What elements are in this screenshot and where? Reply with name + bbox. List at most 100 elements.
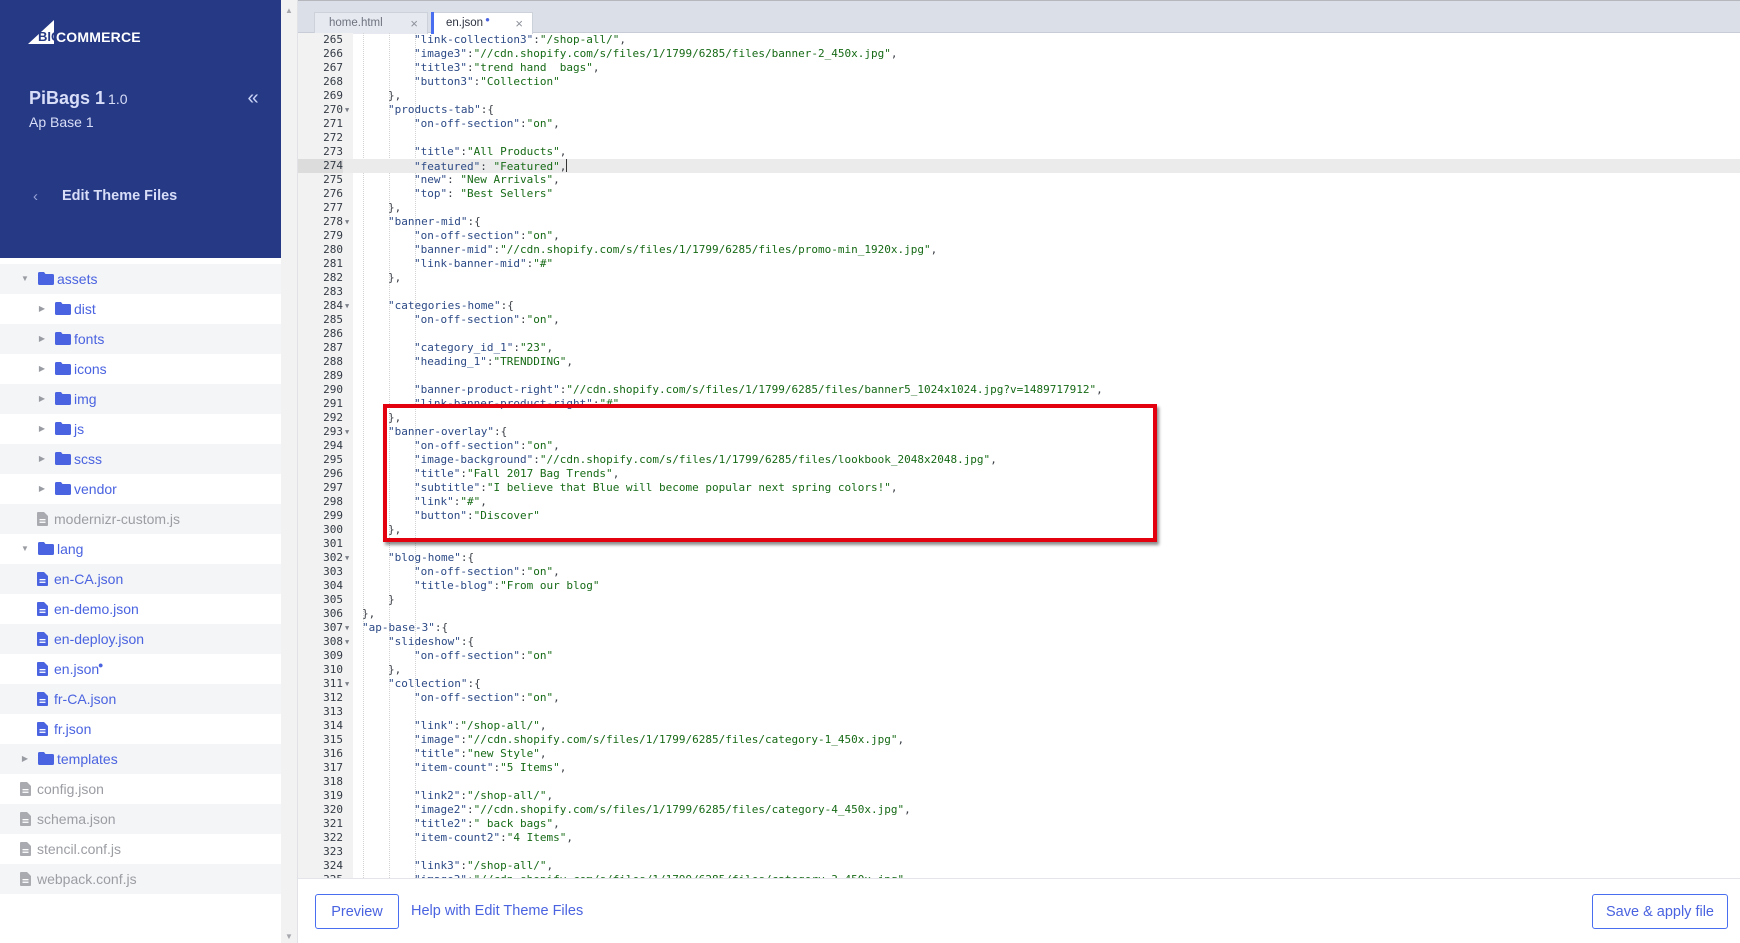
code-line[interactable]: 290 "banner-product-right":"//cdn.shopify… — [298, 383, 1740, 397]
code-line[interactable]: 296 "title":"Fall 2017 Bag Trends", — [298, 467, 1740, 481]
code-line[interactable]: 285 "on-off-section":"on", — [298, 313, 1740, 327]
code-line[interactable]: 268 "button3":"Collection" — [298, 75, 1740, 89]
code-line[interactable]: 306}, — [298, 607, 1740, 621]
code-line[interactable]: 307 ▼ "ap-base-3":{ — [298, 621, 1740, 635]
tree-item-fr-ca-json[interactable]: fr-CA.json — [0, 684, 281, 714]
code-line[interactable]: 278 ▼ "banner-mid":{ — [298, 215, 1740, 229]
tab-home-html[interactable]: home.html × — [314, 12, 428, 34]
close-icon[interactable]: × — [410, 16, 418, 31]
fold-toggle-icon[interactable]: ▼ — [345, 425, 349, 439]
fold-toggle-icon[interactable]: ▼ — [345, 215, 349, 229]
code-line[interactable]: 284 ▼ "categories-home":{ — [298, 299, 1740, 313]
back-to-edit-theme-files[interactable]: ‹ Edit Theme Files — [0, 180, 281, 212]
code-line[interactable]: 280 "banner-mid":"//cdn.shopify.com/s/fil… — [298, 243, 1740, 257]
code-area[interactable]: 265 "link-collection3":"/shop-all/", 266 "i… — [298, 33, 1740, 878]
code-line[interactable]: 315 "image":"//cdn.shopify.com/s/files/1/… — [298, 733, 1740, 747]
help-link[interactable]: Help with Edit Theme Files — [411, 903, 583, 919]
code-line[interactable]: 317 "item-count":"5 Items", — [298, 761, 1740, 775]
caret-down-icon[interactable]: ▼ — [20, 534, 30, 564]
tree-item-en-demo-json[interactable]: en-demo.json — [0, 594, 281, 624]
bigcommerce-logo[interactable]: BIG COMMERCE — [28, 18, 141, 44]
caret-right-icon[interactable]: ▶ — [37, 444, 47, 474]
tree-item-fr-json[interactable]: fr.json — [0, 714, 281, 744]
code-line[interactable]: 305} — [298, 593, 1740, 607]
code-line[interactable]: 267 "title3":"trend hand bags", — [298, 61, 1740, 75]
tree-item-en-deploy-json[interactable]: en-deploy.json — [0, 624, 281, 654]
preview-button[interactable]: Preview — [315, 894, 399, 929]
tree-item-stencil-conf-js[interactable]: stencil.conf.js — [0, 834, 281, 864]
code-line[interactable]: 321 "title2":" back bags", — [298, 817, 1740, 831]
fold-toggle-icon[interactable]: ▼ — [345, 677, 349, 691]
code-line[interactable]: 271 "on-off-section":"on", — [298, 117, 1740, 131]
fold-toggle-icon[interactable]: ▼ — [345, 621, 349, 635]
tree-item-schema-json[interactable]: schema.json — [0, 804, 281, 834]
tree-item-webpack-conf-js[interactable]: webpack.conf.js — [0, 864, 281, 894]
code-line[interactable]: 297 "subtitle":"I believe that Blue will … — [298, 481, 1740, 495]
sidebar-scrollbar[interactable]: ▲ ▼ — [281, 0, 298, 943]
code-line[interactable]: 270 ▼ "products-tab":{ — [298, 103, 1740, 117]
code-line[interactable]: 283 — [298, 285, 1740, 299]
caret-right-icon[interactable]: ▶ — [37, 474, 47, 504]
code-line[interactable]: 318 — [298, 775, 1740, 789]
code-line[interactable]: 320 "image2":"//cdn.shopify.com/s/files/1… — [298, 803, 1740, 817]
save-apply-button[interactable]: Save & apply file — [1592, 894, 1728, 929]
code-line[interactable]: 311 ▼ "collection":{ — [298, 677, 1740, 691]
code-line[interactable]: 291 "link-banner-product-right":"#" — [298, 397, 1740, 411]
fold-toggle-icon[interactable]: ▼ — [345, 551, 349, 565]
tree-item-dist[interactable]: ▶ dist — [0, 294, 281, 324]
code-line[interactable]: 293 ▼ "banner-overlay":{ — [298, 425, 1740, 439]
fold-toggle-icon[interactable]: ▼ — [345, 635, 349, 649]
tree-item-fonts[interactable]: ▶ fonts — [0, 324, 281, 354]
tree-item-lang[interactable]: ▼ lang — [0, 534, 281, 564]
code-line[interactable]: 309 "on-off-section":"on" — [298, 649, 1740, 663]
fold-toggle-icon[interactable]: ▼ — [345, 103, 349, 117]
tree-item-icons[interactable]: ▶ icons — [0, 354, 281, 384]
code-line[interactable]: 288 "heading_1":"TRENDDING", — [298, 355, 1740, 369]
code-line[interactable]: 314 "link":"/shop-all/", — [298, 719, 1740, 733]
code-line[interactable]: 316 "title":"new Style", — [298, 747, 1740, 761]
code-line[interactable]: 294 "on-off-section":"on", — [298, 439, 1740, 453]
code-line[interactable]: 282}, — [298, 271, 1740, 285]
code-line[interactable]: 276 "top": "Best Sellers" — [298, 187, 1740, 201]
tree-item-templates[interactable]: ▶ templates — [0, 744, 281, 774]
scroll-down-arrow-icon[interactable]: ▼ — [285, 932, 293, 941]
collapse-sidebar-button[interactable]: « — [243, 88, 263, 110]
close-icon[interactable]: × — [515, 16, 523, 31]
caret-right-icon[interactable]: ▶ — [37, 324, 47, 354]
tree-item-assets[interactable]: ▼ assets — [0, 264, 281, 294]
tree-item-en-ca-json[interactable]: en-CA.json — [0, 564, 281, 594]
code-line[interactable]: 273 "title":"All Products", — [298, 145, 1740, 159]
code-line[interactable]: 323 — [298, 845, 1740, 859]
fold-toggle-icon[interactable]: ▼ — [345, 299, 349, 313]
tree-item-vendor[interactable]: ▶ vendor — [0, 474, 281, 504]
code-line[interactable]: 289 — [298, 369, 1740, 383]
code-line[interactable]: 287 "category_id_1":"23", — [298, 341, 1740, 355]
code-line[interactable]: 299 "button":"Discover" — [298, 509, 1740, 523]
caret-right-icon[interactable]: ▶ — [37, 354, 47, 384]
caret-right-icon[interactable]: ▶ — [20, 744, 30, 774]
code-line[interactable]: 310}, — [298, 663, 1740, 677]
code-line[interactable]: 302 ▼ "blog-home":{ — [298, 551, 1740, 565]
code-line[interactable]: 313 — [298, 705, 1740, 719]
code-line[interactable]: 303 "on-off-section":"on", — [298, 565, 1740, 579]
code-line[interactable]: 275 "new": "New Arrivals", — [298, 173, 1740, 187]
tree-item-js[interactable]: ▶ js — [0, 414, 281, 444]
caret-down-icon[interactable]: ▼ — [20, 264, 30, 294]
code-line[interactable]: 295 "image-background":"//cdn.shopify.com… — [298, 453, 1740, 467]
code-line[interactable]: 298 "link":"#", — [298, 495, 1740, 509]
code-line[interactable]: 322 "item-count2":"4 Items", — [298, 831, 1740, 845]
code-line[interactable]: 324 "link3":"/shop-all/", — [298, 859, 1740, 873]
tree-item-modernizr-custom-js[interactable]: modernizr-custom.js — [0, 504, 281, 534]
code-line[interactable]: 319 "link2":"/shop-all/", — [298, 789, 1740, 803]
scroll-up-arrow-icon[interactable]: ▲ — [285, 6, 293, 15]
tree-item-img[interactable]: ▶ img — [0, 384, 281, 414]
caret-right-icon[interactable]: ▶ — [37, 294, 47, 324]
tree-item-scss[interactable]: ▶ scss — [0, 444, 281, 474]
code-line[interactable]: 281 "link-banner-mid":"#" — [298, 257, 1740, 271]
caret-right-icon[interactable]: ▶ — [37, 384, 47, 414]
code-line[interactable]: 300}, — [298, 523, 1740, 537]
code-line[interactable]: 304 "title-blog":"From our blog" — [298, 579, 1740, 593]
code-line[interactable]: 269}, — [298, 89, 1740, 103]
tree-item-en-json[interactable]: en.json ● — [0, 654, 281, 684]
tree-item-config-json[interactable]: config.json — [0, 774, 281, 804]
